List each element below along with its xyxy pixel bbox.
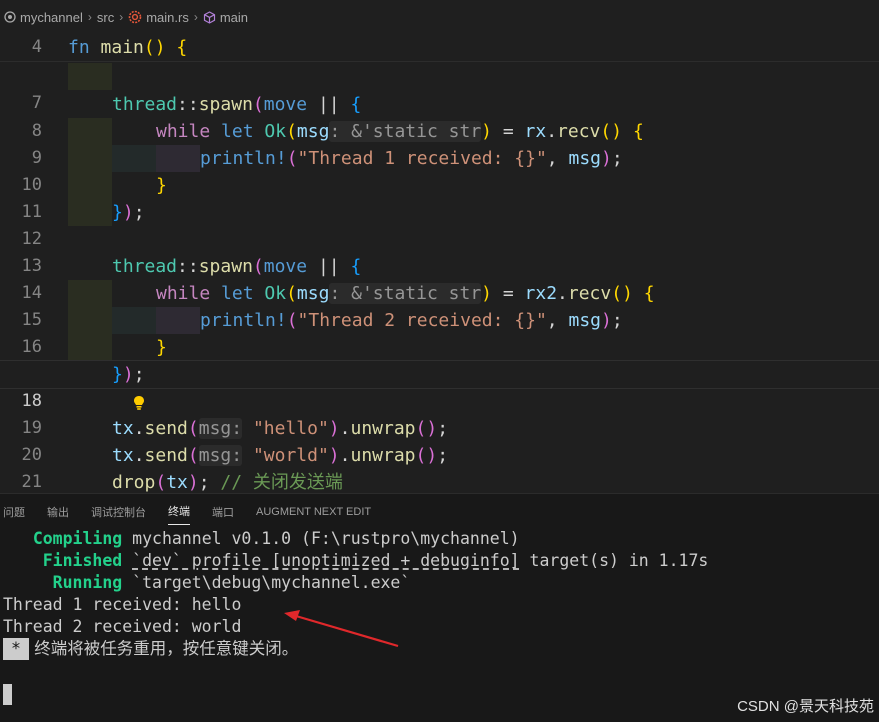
tab-ports[interactable]: 端口 — [212, 498, 234, 525]
tab-output[interactable]: 输出 — [47, 498, 69, 525]
terminal-cursor — [3, 684, 12, 705]
type-inlay-hint: : &'static str — [329, 283, 482, 304]
task-reuse-marker: * — [3, 638, 29, 660]
terminal-line: Thread 1 received: hello — [3, 595, 242, 614]
param-inlay-hint: msg: — [198, 445, 243, 466]
code-line: 9 while let Ok(msg: &'static str) = rx.r… — [0, 118, 879, 168]
tab-terminal[interactable]: 终端 — [168, 497, 190, 525]
panel-tabs: 问题 输出 调试控制台 终端 端口 AUGMENT NEXT EDIT — [0, 494, 879, 528]
breadcrumb-project[interactable]: mychannel — [4, 10, 83, 25]
bottom-panel: 问题 输出 调试控制台 终端 端口 AUGMENT NEXT EDIT Comp… — [0, 493, 879, 722]
code-line: 17 } — [0, 334, 879, 384]
chevron-right-icon: › — [193, 10, 198, 24]
chevron-right-icon: › — [119, 10, 124, 24]
code-line: 22 drop(tx); // 关闭发送端 — [112, 472, 343, 493]
tab-problems[interactable]: 问题 — [3, 498, 25, 525]
type-inlay-hint: : &'static str — [329, 121, 482, 142]
breadcrumb-symbol[interactable]: main — [203, 10, 248, 25]
code-line: 13 — [0, 226, 879, 276]
target-icon — [4, 11, 16, 23]
breadcrumb-file[interactable]: main.rs — [128, 10, 189, 25]
terminal-line: Finished `dev` profile [unoptimized + de… — [42, 551, 709, 570]
code-line: 20 tx.send(msg: "hello").unwrap(); — [0, 415, 879, 465]
param-inlay-hint: msg: — [198, 418, 243, 439]
terminal-line: * 终端将被任务重用，按任意键关闭。 — [0, 638, 879, 660]
terminal-line: Compiling mychannel v0.1.0 (F:\rustpro\m… — [32, 529, 520, 548]
code-line: 12 }); — [0, 199, 879, 249]
breadcrumb-file-label: main.rs — [146, 9, 189, 25]
sticky-scroll-header[interactable]: 4 fn main() { — [0, 34, 879, 62]
line-number: 4 — [31, 37, 42, 57]
code-line: 14 thread::spawn(move || { — [0, 253, 879, 303]
code-line: 15 while let Ok(msg: &'static str) = rx2… — [0, 280, 879, 330]
code-line: 8 thread::spawn(move || { — [0, 91, 879, 141]
code-editor[interactable]: 7 8 thread::spawn(move || { 9 while let … — [0, 61, 879, 493]
code-line: 11 } — [0, 172, 879, 222]
breadcrumb-folder-label: src — [96, 9, 115, 25]
terminal-output[interactable]: Compiling mychannel v0.1.0 (F:\rustpro\m… — [0, 528, 879, 705]
tab-debug-console[interactable]: 调试控制台 — [91, 498, 146, 525]
terminal-line: Running `target\debug\mychannel.exe` — [52, 573, 411, 592]
tab-augment-next-edit[interactable]: AUGMENT NEXT EDIT — [256, 500, 371, 523]
breadcrumb-project-label: mychannel — [20, 9, 83, 25]
breadcrumb-symbol-label: main — [219, 9, 249, 25]
chevron-right-icon: › — [87, 10, 92, 24]
breadcrumb-folder[interactable]: src — [97, 10, 114, 25]
method-cube-icon — [203, 10, 215, 24]
sticky-code: fn main() { — [68, 37, 188, 58]
code-line: 19 — [0, 388, 879, 438]
breadcrumb: mychannel › src › main.rs › main — [0, 0, 879, 34]
code-line: 21 tx.send(msg: "world").unwrap(); — [0, 442, 879, 492]
rust-file-icon — [128, 10, 142, 24]
code-line: 16 println!("Thread 2 received: {}", msg… — [0, 307, 879, 357]
code-line: 7 — [0, 63, 879, 113]
terminal-line: Thread 2 received: world — [3, 617, 242, 636]
current-code-line: 18 }); — [0, 360, 879, 411]
watermark: CSDN @景天科技苑 — [737, 698, 874, 715]
code-line: 10 println!("Thread 1 received: {}", msg… — [0, 145, 879, 195]
